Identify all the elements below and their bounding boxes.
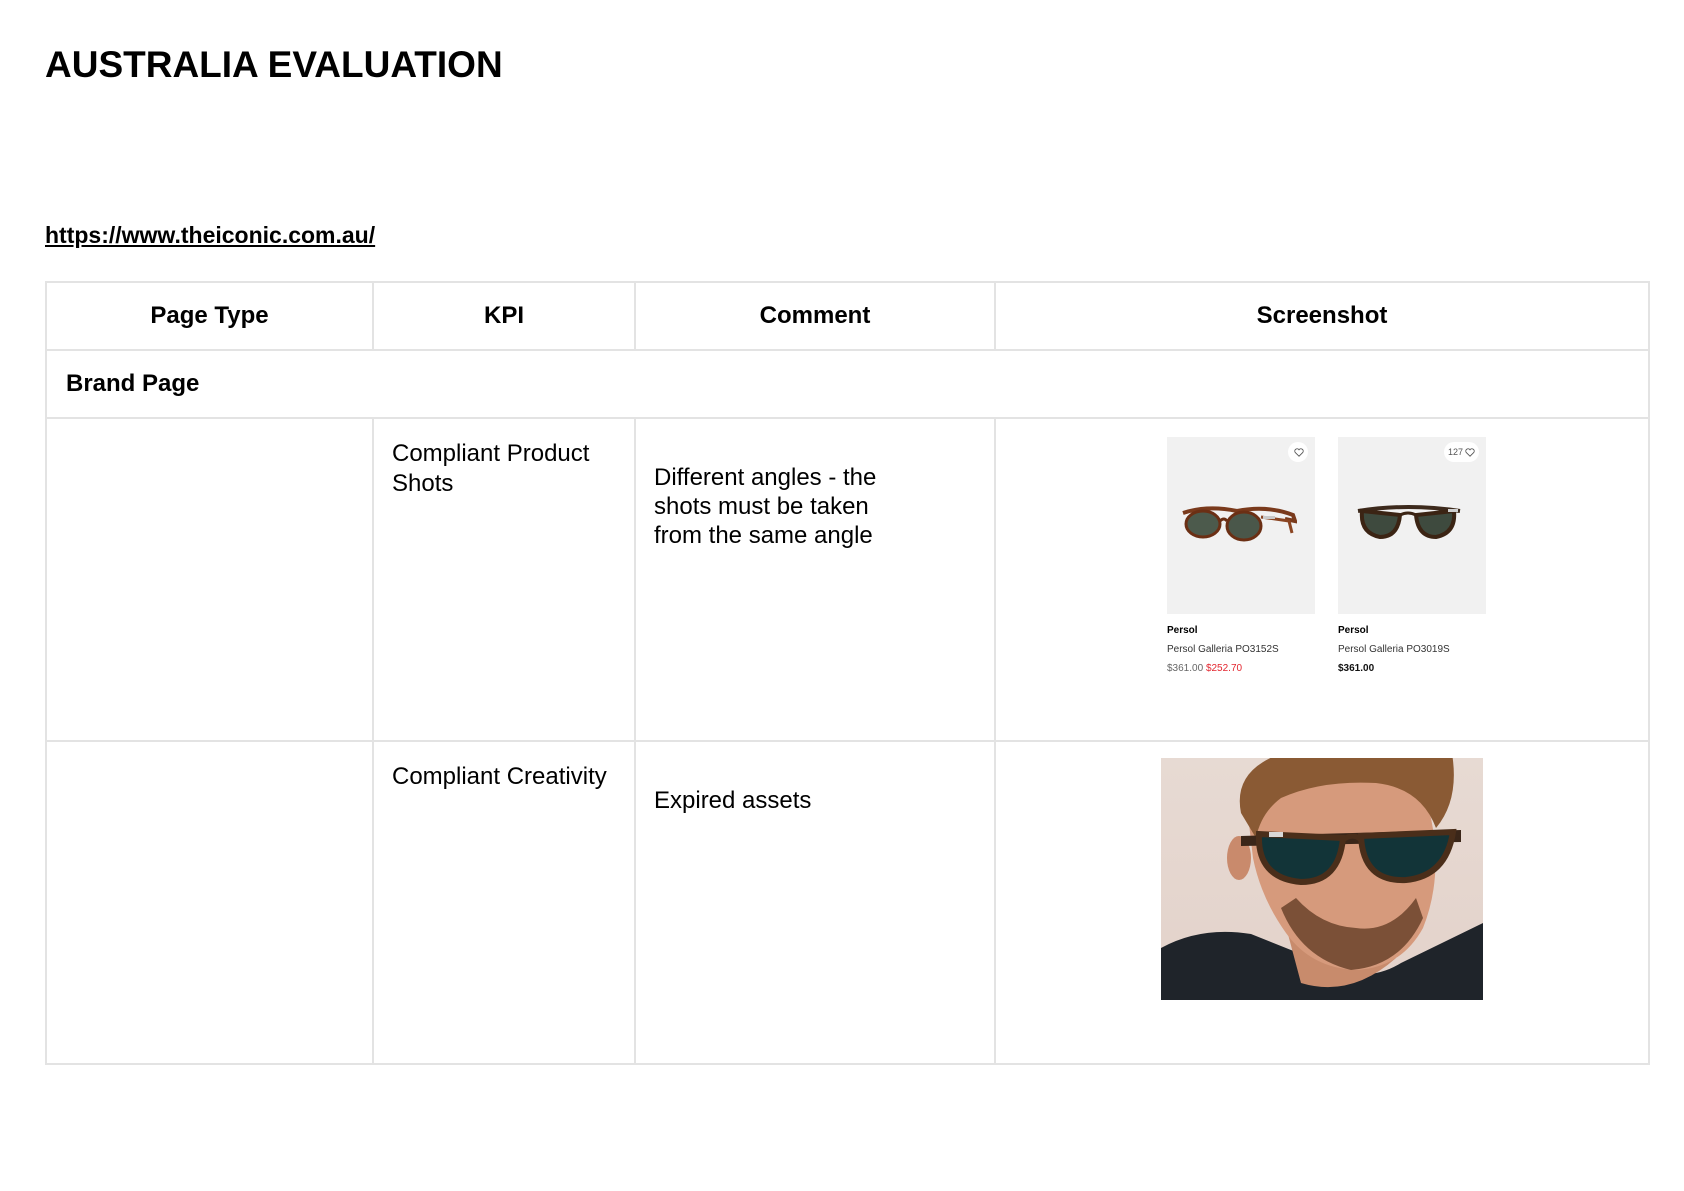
table-header-row: Page Type KPI Comment Screenshot	[45, 281, 1650, 351]
sunglasses-front-icon	[1357, 505, 1461, 540]
evaluation-table: Page Type KPI Comment Screenshot Brand P…	[45, 281, 1650, 1065]
wishlist-heart-icon	[1288, 442, 1308, 462]
page-type-cell	[45, 417, 374, 742]
header-page-type: Page Type	[45, 281, 374, 351]
table-row: Compliant Creativity Expired assets	[45, 740, 1650, 1065]
campaign-model-photo	[1161, 758, 1483, 1000]
product-image: 127	[1338, 437, 1486, 614]
section-row: Brand Page	[45, 349, 1650, 419]
header-kpi: KPI	[372, 281, 636, 351]
model-wearing-sunglasses-image	[1161, 758, 1483, 1000]
original-price: $361.00	[1167, 663, 1204, 674]
kpi-cell: Compliant Product Shots	[372, 417, 636, 742]
screenshot-cell: Persol Persol Galleria PO3152S $361.00 $…	[994, 417, 1650, 742]
product-name: Persol Galleria PO3019S	[1338, 644, 1450, 655]
section-label: Brand Page	[45, 349, 1650, 419]
comment-text: Different angles - the shots must be tak…	[654, 464, 877, 549]
comment-cell: Different angles - the shots must be tak…	[634, 417, 996, 742]
screenshot-cell	[994, 740, 1650, 1065]
product-cards-screenshot: Persol Persol Galleria PO3152S $361.00 $…	[1167, 437, 1487, 677]
kpi-cell: Compliant Creativity	[372, 740, 636, 1065]
product-brand: Persol	[1167, 625, 1198, 636]
product-card: 127 Persol Persol Galleria PO3019S $361.…	[1338, 437, 1486, 677]
sale-price: $252.70	[1205, 663, 1243, 674]
header-comment: Comment	[634, 281, 996, 351]
header-screenshot: Screenshot	[994, 281, 1650, 351]
product-name: Persol Galleria PO3152S	[1167, 644, 1279, 655]
product-brand: Persol	[1338, 625, 1369, 636]
product-card: Persol Persol Galleria PO3152S $361.00 $…	[1167, 437, 1315, 677]
page-title: AUSTRALIA EVALUATION	[45, 44, 503, 85]
table-row: Compliant Product Shots Different angles…	[45, 417, 1650, 742]
comment-cell: Expired assets	[634, 740, 996, 1065]
product-price: $361.00	[1338, 663, 1486, 674]
site-url-link[interactable]: https://www.theiconic.com.au/	[45, 222, 375, 249]
page-type-cell	[45, 740, 374, 1065]
regular-price: $361.00	[1338, 663, 1375, 674]
product-price: $361.00 $252.70	[1167, 663, 1315, 674]
product-image	[1167, 437, 1315, 614]
wishlist-heart-icon: 127	[1443, 442, 1479, 462]
comment-text: Expired assets	[654, 787, 812, 814]
sunglasses-side-icon	[1182, 506, 1297, 542]
